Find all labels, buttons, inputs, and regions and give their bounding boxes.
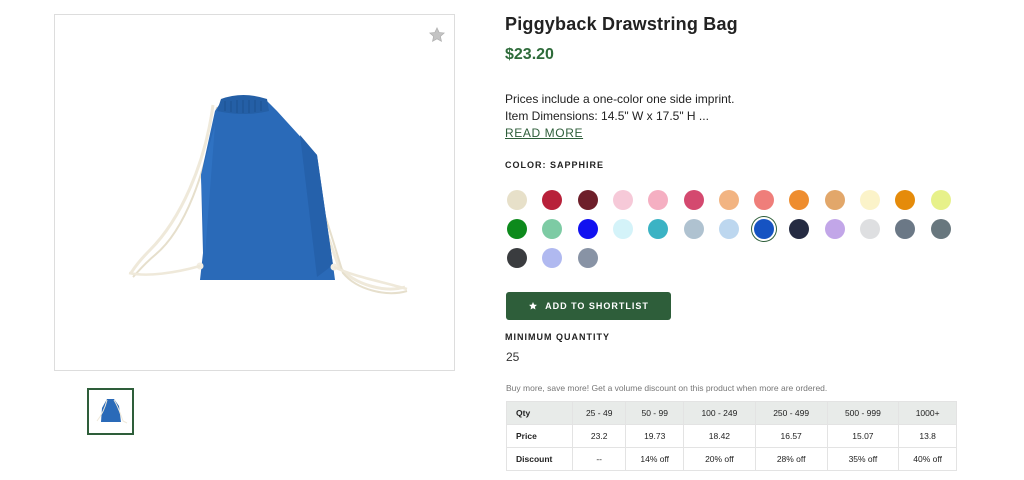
table-cell: 50 - 99 bbox=[625, 401, 685, 425]
table-cell: 1000+ bbox=[898, 401, 957, 425]
product-image-frame bbox=[54, 14, 455, 371]
color-swatch[interactable] bbox=[542, 248, 562, 268]
table-cell: 18.42 bbox=[683, 424, 756, 448]
table-cell: 28% off bbox=[754, 447, 828, 471]
add-to-shortlist-label: ADD TO SHORTLIST bbox=[545, 301, 649, 311]
color-swatch[interactable] bbox=[648, 219, 668, 239]
table-cell: 19.73 bbox=[625, 424, 685, 448]
table-cell: 15.07 bbox=[826, 424, 900, 448]
color-swatch[interactable] bbox=[860, 219, 880, 239]
color-swatch[interactable] bbox=[825, 219, 845, 239]
table-cell: Qty bbox=[506, 401, 573, 425]
color-swatch[interactable] bbox=[507, 248, 527, 268]
color-swatch[interactable] bbox=[507, 190, 527, 210]
table-cell: 23.2 bbox=[571, 424, 627, 448]
color-swatch[interactable] bbox=[684, 219, 704, 239]
color-swatch[interactable] bbox=[754, 190, 774, 210]
color-swatch[interactable] bbox=[931, 190, 951, 210]
color-label: COLOR: SAPPHIRE bbox=[505, 160, 605, 170]
color-swatch[interactable] bbox=[542, 219, 562, 239]
table-cell: 35% off bbox=[826, 447, 900, 471]
color-swatch[interactable] bbox=[931, 219, 951, 239]
table-cell: 16.57 bbox=[754, 424, 828, 448]
table-cell: 250 - 499 bbox=[754, 401, 828, 425]
product-thumbnail[interactable] bbox=[87, 388, 134, 435]
color-swatch[interactable] bbox=[542, 190, 562, 210]
table-cell: 14% off bbox=[625, 447, 685, 471]
color-swatch[interactable] bbox=[578, 248, 598, 268]
color-swatch[interactable] bbox=[613, 190, 633, 210]
color-swatch[interactable] bbox=[895, 219, 915, 239]
color-swatch[interactable] bbox=[895, 190, 915, 210]
product-description-line-2: Item Dimensions: 14.5" W x 17.5" H ... bbox=[505, 109, 709, 123]
table-cell: Discount bbox=[506, 447, 573, 471]
color-swatch[interactable] bbox=[789, 219, 809, 239]
table-cell: Price bbox=[506, 424, 573, 448]
color-swatch[interactable] bbox=[684, 190, 704, 210]
color-swatch[interactable] bbox=[578, 190, 598, 210]
table-cell: 500 - 999 bbox=[826, 401, 900, 425]
color-swatch[interactable] bbox=[613, 219, 633, 239]
color-swatch[interactable] bbox=[825, 190, 845, 210]
table-row-qty: Qty 25 - 49 50 - 99 100 - 249 250 - 499 … bbox=[506, 401, 957, 425]
color-swatch[interactable] bbox=[719, 219, 739, 239]
minimum-quantity-label: MINIMUM QUANTITY bbox=[505, 332, 610, 342]
color-swatch[interactable] bbox=[507, 219, 527, 239]
color-swatch[interactable] bbox=[754, 219, 774, 239]
table-cell: 20% off bbox=[683, 447, 756, 471]
table-cell: 13.8 bbox=[898, 424, 957, 448]
table-row-price: Price 23.2 19.73 18.42 16.57 15.07 13.8 bbox=[506, 424, 957, 448]
table-cell: 40% off bbox=[898, 447, 957, 471]
product-image bbox=[128, 95, 408, 295]
table-cell: -- bbox=[571, 447, 627, 471]
color-swatch[interactable] bbox=[719, 190, 739, 210]
pricing-table: Qty 25 - 49 50 - 99 100 - 249 250 - 499 … bbox=[506, 401, 957, 471]
add-to-shortlist-button[interactable]: ADD TO SHORTLIST bbox=[506, 292, 671, 320]
table-cell: 25 - 49 bbox=[571, 401, 627, 425]
read-more-link[interactable]: READ MORE bbox=[505, 126, 583, 140]
thumbnail-image bbox=[96, 399, 128, 424]
color-swatch[interactable] bbox=[578, 219, 598, 239]
color-swatch[interactable] bbox=[860, 190, 880, 210]
color-swatch[interactable] bbox=[789, 190, 809, 210]
table-cell: 100 - 249 bbox=[683, 401, 756, 425]
product-title: Piggyback Drawstring Bag bbox=[505, 14, 738, 34]
favorite-star-icon[interactable] bbox=[428, 26, 446, 44]
minimum-quantity-value: 25 bbox=[506, 350, 520, 364]
color-swatch[interactable] bbox=[648, 190, 668, 210]
product-price: $23.20 bbox=[505, 46, 554, 63]
product-description-line-1: Prices include a one-color one side impr… bbox=[505, 92, 735, 106]
table-row-discount: Discount -- 14% off 20% off 28% off 35% … bbox=[506, 447, 957, 471]
star-icon bbox=[528, 301, 538, 311]
volume-discount-note: Buy more, save more! Get a volume discou… bbox=[506, 383, 828, 393]
